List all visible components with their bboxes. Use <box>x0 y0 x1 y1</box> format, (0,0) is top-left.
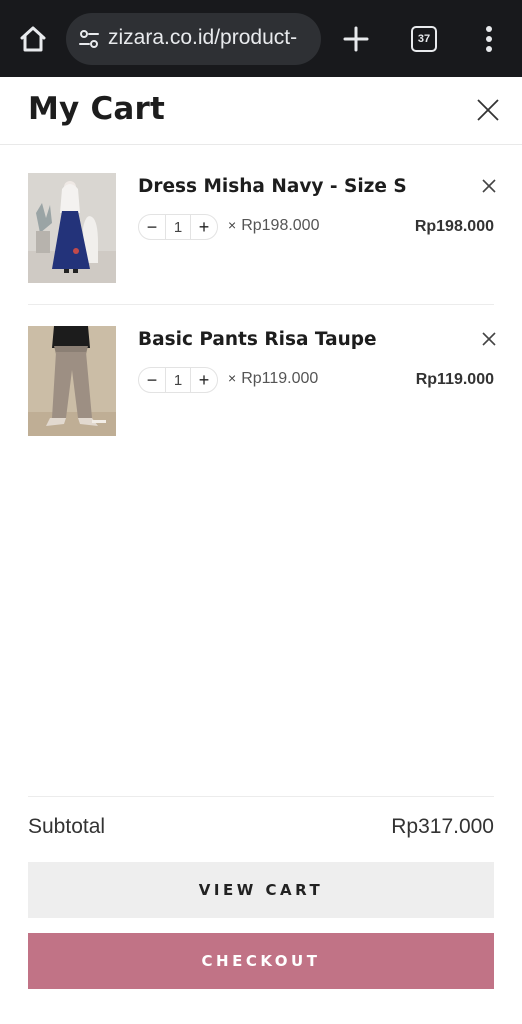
quantity-input[interactable]: 1 <box>165 214 191 240</box>
view-cart-button[interactable]: VIEW CART <box>28 862 494 918</box>
close-icon[interactable] <box>474 96 502 124</box>
tab-count-label: 37 <box>417 33 431 45</box>
cart-item: Basic Pants Risa Taupe − 1 + × Rp119.000 … <box>28 326 496 438</box>
increase-quantity-button[interactable]: + <box>191 214 217 240</box>
product-name[interactable]: Basic Pants Risa Taupe <box>138 329 377 350</box>
increase-quantity-button[interactable]: + <box>191 367 217 393</box>
unit-price-value: Rp119.000 <box>241 370 319 387</box>
quantity-stepper[interactable]: − 1 + <box>138 367 218 393</box>
subtotal-label: Subtotal <box>28 815 106 838</box>
decrease-quantity-button[interactable]: − <box>139 367 165 393</box>
unit-price-value: Rp198.000 <box>241 217 320 234</box>
cart-header: My Cart <box>0 77 522 145</box>
unit-price: × Rp119.000 <box>228 370 318 388</box>
product-image[interactable] <box>28 173 116 283</box>
subtotal-value: Rp317.000 <box>391 815 494 838</box>
quantity-stepper[interactable]: − 1 + <box>138 214 218 240</box>
cart-title: My Cart <box>28 91 166 127</box>
site-settings-icon[interactable] <box>78 28 100 50</box>
unit-price: × Rp198.000 <box>228 217 319 235</box>
footer-divider <box>28 796 494 797</box>
more-vert-icon[interactable] <box>478 24 500 54</box>
remove-item-icon[interactable] <box>482 179 496 193</box>
tab-switcher-icon[interactable]: 37 <box>411 26 437 52</box>
multiply-sign: × <box>228 370 237 386</box>
browser-toolbar: zizara.co.id/product- 37 <box>0 0 522 77</box>
remove-item-icon[interactable] <box>482 332 496 346</box>
cart-item: Dress Misha Navy - Size S − 1 + × Rp198.0… <box>28 173 496 285</box>
plus-icon[interactable] <box>343 26 369 52</box>
quantity-input[interactable]: 1 <box>165 367 191 393</box>
line-total: Rp119.000 <box>415 371 494 388</box>
multiply-sign: × <box>228 217 237 233</box>
item-divider <box>28 304 494 305</box>
checkout-button[interactable]: CHECKOUT <box>28 933 494 989</box>
decrease-quantity-button[interactable]: − <box>139 214 165 240</box>
url-text[interactable]: zizara.co.id/product- <box>108 26 297 50</box>
line-total: Rp198.000 <box>414 218 494 235</box>
product-image[interactable] <box>28 326 116 436</box>
address-bar[interactable]: zizara.co.id/product- <box>66 13 321 65</box>
product-name[interactable]: Dress Misha Navy - Size S <box>138 176 407 197</box>
home-icon[interactable] <box>18 24 48 54</box>
